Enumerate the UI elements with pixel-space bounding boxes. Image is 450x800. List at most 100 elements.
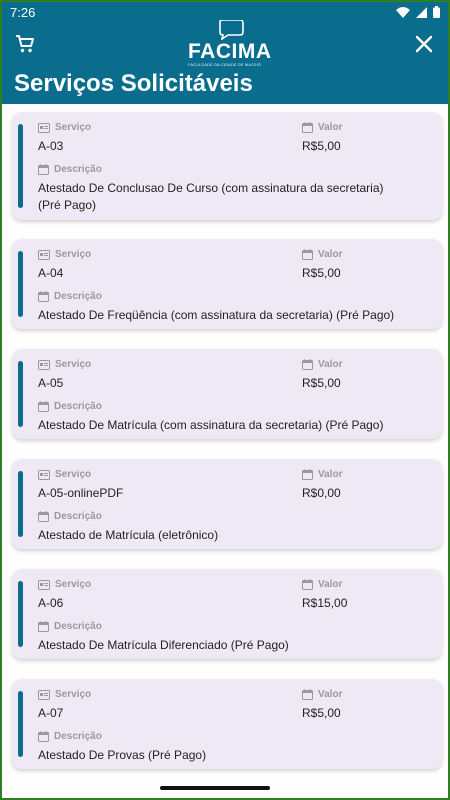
service-list: Serviço A-03 Valor R$5,00 Descrição Atestado … <box>2 104 448 798</box>
service-card[interactable]: Serviço A-06 Valor R$15,00 Descrição Atestado… <box>12 569 442 659</box>
price-label: Valor <box>302 469 342 480</box>
calendar-icon <box>302 689 313 700</box>
description-label-text: Descrição <box>54 731 102 742</box>
service-description: Atestado De Matrícula Diferenciado (Pré … <box>38 638 289 652</box>
service-price: R$5,00 <box>302 376 341 390</box>
description-label: Descrição <box>38 731 102 742</box>
status-time: 7:26 <box>10 4 36 20</box>
service-label: Serviço <box>38 579 91 590</box>
description-label-text: Descrição <box>54 291 102 302</box>
description-label-text: Descrição <box>54 401 102 412</box>
service-price: R$5,00 <box>302 706 341 720</box>
id-card-icon <box>38 249 50 260</box>
price-label-text: Valor <box>318 579 343 590</box>
price-label-text: Valor <box>318 122 343 133</box>
battery-icon <box>433 6 440 18</box>
service-code: A-05-onlinePDF <box>38 486 124 500</box>
facima-logo: FACIMA FACULDADE DA CIDADE DE MACEIÓ <box>188 20 278 68</box>
price-label: Valor <box>302 359 342 370</box>
service-price: R$0,00 <box>302 486 341 500</box>
service-code: A-03 <box>38 139 64 153</box>
app-frame: 7:26 FACIMA FACULDADE DA CIDADE DE MACEI… <box>0 0 450 800</box>
service-label-text: Serviço <box>55 359 92 370</box>
calendar-icon <box>302 122 313 133</box>
service-label: Serviço <box>38 122 91 133</box>
id-card-icon <box>38 579 50 590</box>
price-label: Valor <box>302 122 342 133</box>
signal-icon <box>416 6 427 18</box>
price-label: Valor <box>302 689 342 700</box>
description-label: Descrição <box>38 164 102 175</box>
app-bar: FACIMA FACULDADE DA CIDADE DE MACEIÓ Ser… <box>2 20 448 104</box>
close-icon[interactable] <box>412 32 436 56</box>
calendar-icon <box>302 469 313 480</box>
card-accent-bar <box>18 124 23 208</box>
id-card-icon <box>38 689 50 700</box>
service-card[interactable]: Serviço A-07 Valor R$5,00 Descrição Atestado … <box>12 679 442 769</box>
status-icons <box>396 6 440 18</box>
service-description: Atestado De Conclusao De Curso (com assi… <box>38 181 384 212</box>
calendar-icon <box>38 511 49 522</box>
gesture-nav-handle[interactable] <box>160 786 270 790</box>
service-card[interactable]: Serviço A-05 Valor R$5,00 Descrição Atestado … <box>12 349 442 439</box>
service-card[interactable]: Serviço A-05-onlinePDF Valor R$0,00 Descriçã… <box>12 459 442 549</box>
calendar-icon <box>302 359 313 370</box>
service-card[interactable]: Serviço A-04 Valor R$5,00 Descrição Atestado … <box>12 239 442 329</box>
price-label-text: Valor <box>318 249 343 260</box>
service-label-text: Serviço <box>55 122 92 133</box>
service-price: R$5,00 <box>302 139 341 153</box>
service-description: Atestado De Provas (Pré Pago) <box>38 748 207 762</box>
calendar-icon <box>38 401 49 412</box>
description-label: Descrição <box>38 511 102 522</box>
service-label-text: Serviço <box>55 579 92 590</box>
calendar-icon <box>38 291 49 302</box>
description-label-text: Descrição <box>54 511 102 522</box>
description-label: Descrição <box>38 291 102 302</box>
calendar-icon <box>302 249 313 260</box>
card-accent-bar <box>18 691 23 757</box>
logo-subtext: FACULDADE DA CIDADE DE MACEIÓ <box>188 62 262 67</box>
calendar-icon <box>38 731 49 742</box>
calendar-icon <box>38 621 49 632</box>
price-label-text: Valor <box>318 469 343 480</box>
card-accent-bar <box>18 471 23 537</box>
price-label: Valor <box>302 579 342 590</box>
service-label: Serviço <box>38 469 91 480</box>
cart-icon[interactable] <box>12 32 38 56</box>
service-label-text: Serviço <box>55 469 92 480</box>
price-label: Valor <box>302 249 342 260</box>
service-card[interactable]: Serviço A-03 Valor R$5,00 Descrição Atestado … <box>12 112 442 220</box>
card-accent-bar <box>18 361 23 427</box>
service-label: Serviço <box>38 689 91 700</box>
card-accent-bar <box>18 581 23 647</box>
id-card-icon <box>38 359 50 370</box>
service-label: Serviço <box>38 249 91 260</box>
price-label-text: Valor <box>318 359 343 370</box>
service-label-text: Serviço <box>55 689 92 700</box>
logo-bubble-icon <box>219 20 244 40</box>
logo-text: FACIMA <box>188 40 272 63</box>
service-description: Atestado De Matrícula (com assinatura da… <box>38 418 384 432</box>
description-label: Descrição <box>38 401 102 412</box>
id-card-icon <box>38 469 50 480</box>
service-code: A-06 <box>38 596 64 610</box>
calendar-icon <box>302 579 313 590</box>
wifi-icon <box>396 6 410 18</box>
service-price: R$15,00 <box>302 596 348 610</box>
status-bar: 7:26 <box>2 2 448 22</box>
service-code: A-04 <box>38 266 64 280</box>
card-accent-bar <box>18 251 23 317</box>
description-label-text: Descrição <box>54 621 102 632</box>
page-title: Serviços Solicitáveis <box>14 70 253 97</box>
price-label-text: Valor <box>318 689 343 700</box>
service-code: A-07 <box>38 706 64 720</box>
service-description: Atestado De Freqüência (com assinatura d… <box>38 308 395 322</box>
service-price: R$5,00 <box>302 266 341 280</box>
service-label: Serviço <box>38 359 91 370</box>
service-code: A-05 <box>38 376 64 390</box>
service-label-text: Serviço <box>55 249 92 260</box>
service-description: Atestado de Matrícula (eletrônico) <box>38 528 219 542</box>
id-card-icon <box>38 122 50 133</box>
calendar-icon <box>38 164 49 175</box>
description-label: Descrição <box>38 621 102 632</box>
